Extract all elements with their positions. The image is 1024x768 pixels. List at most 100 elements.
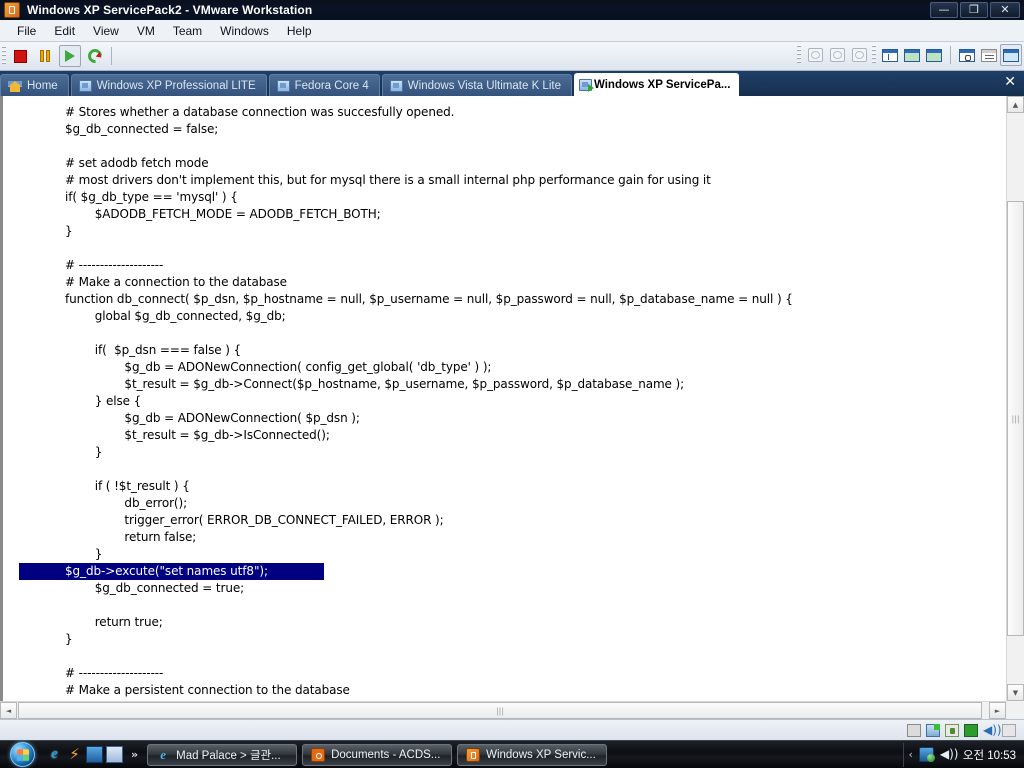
code-line: $t_result = $g_db->IsConnected(); — [65, 428, 330, 442]
harddisk-status-icon[interactable] — [926, 723, 940, 737]
close-button[interactable]: ✕ — [990, 2, 1020, 18]
volume-tray-icon[interactable]: ◀)) — [940, 747, 959, 762]
reset-icon — [85, 46, 105, 66]
menu-edit[interactable]: Edit — [45, 22, 84, 40]
fullscreen-button[interactable] — [923, 44, 945, 66]
menu-file[interactable]: File — [8, 22, 45, 40]
vm-tab-icon — [276, 79, 290, 92]
show-desktop-icon[interactable] — [86, 746, 103, 763]
network-tray-icon[interactable] — [918, 747, 935, 762]
manage-snapshots-button[interactable] — [848, 44, 870, 66]
wrench-window-icon — [959, 48, 975, 62]
tab-windows-xp-professional-lite[interactable]: Windows XP Professional LITE — [70, 74, 267, 96]
editor-vertical-scrollbar[interactable]: ▲ ||| ▼ — [1006, 96, 1024, 701]
flash-quicklaunch-icon[interactable]: ⚡ — [66, 746, 83, 763]
tab-label: Windows XP Professional LITE — [96, 79, 256, 92]
summary-card-icon — [981, 48, 997, 62]
code-line: function db_connect( $p_dsn, $p_hostname… — [65, 292, 793, 306]
code-editor[interactable]: # Stores whether a database connection w… — [0, 96, 1006, 701]
code-line: } — [65, 224, 73, 238]
scroll-up-button[interactable]: ▲ — [1007, 96, 1024, 113]
quick-switch-button[interactable] — [901, 44, 923, 66]
scroll-right-button[interactable]: ► — [989, 702, 1006, 719]
revert-snapshot-icon — [829, 48, 845, 62]
close-tab-button[interactable]: ✕ — [1004, 75, 1016, 89]
taskbar-item-label: Windows XP Servic... — [486, 748, 596, 761]
horizontal-scroll-thumb[interactable]: ||| — [18, 702, 982, 719]
tab-home[interactable]: Home — [0, 74, 69, 96]
scroll-left-button[interactable]: ◄ — [0, 702, 17, 719]
vm-guest-screen[interactable]: # Stores whether a database connection w… — [0, 96, 1024, 719]
tab-label: Windows Vista Ultimate K Lite — [407, 79, 561, 92]
switch-windows-icon[interactable] — [106, 746, 123, 763]
restore-button[interactable]: ❐ — [960, 2, 988, 18]
menu-vm[interactable]: VM — [128, 22, 164, 40]
windows-logo-icon — [9, 742, 35, 767]
tab-label: Windows XP ServicePa... — [593, 79, 731, 91]
sound-status-icon[interactable]: ◀)) — [983, 723, 1002, 737]
quick-launch-bar: e ⚡ » — [42, 746, 147, 763]
pause-icon — [40, 50, 50, 62]
vm-settings-button[interactable] — [956, 44, 978, 66]
toolbar-grip[interactable] — [2, 46, 6, 66]
host-taskbar: e ⚡ » e Mad Palace > 글관... Documents - A… — [0, 740, 1024, 768]
menu-windows[interactable]: Windows — [211, 22, 278, 40]
scroll-down-button[interactable]: ▼ — [1007, 684, 1024, 701]
code-line: $t_result = $g_db->Connect($p_hostname, … — [65, 377, 685, 391]
reset-button[interactable] — [84, 45, 106, 67]
toolbar-grip-3[interactable] — [872, 45, 876, 65]
taskbar-items: e Mad Palace > 글관... Documents - ACDS...… — [147, 743, 903, 766]
code-line: # Make a persistent connection to the da… — [65, 683, 350, 697]
network-status-icon[interactable] — [964, 723, 978, 737]
tab-fedora-core-4[interactable]: Fedora Core 4 — [268, 74, 380, 96]
cdrom-status-icon[interactable] — [945, 723, 959, 737]
code-line: # most drivers don't implement this, but… — [65, 173, 711, 187]
menu-team[interactable]: Team — [164, 22, 211, 40]
vm-summary-button[interactable] — [978, 44, 1000, 66]
tab-label: Home — [27, 79, 58, 92]
vm-console-button[interactable] — [1000, 44, 1022, 66]
quick-launch-overflow-icon[interactable]: » — [126, 748, 143, 761]
code-line: if ( !$t_result ) { — [65, 479, 190, 493]
taskbar-item-documents-acdsee[interactable]: Documents - ACDS... — [302, 743, 453, 766]
suspend-button[interactable] — [34, 45, 56, 67]
start-button[interactable] — [2, 742, 42, 768]
vm-tab-icon-running — [578, 79, 594, 92]
taskbar-item-label: Mad Palace > 글관... — [176, 749, 281, 762]
menu-view[interactable]: View — [84, 22, 128, 40]
code-line: # -------------------- — [65, 258, 164, 272]
tab-windows-vista-ultimate-k-lite[interactable]: Windows Vista Ultimate K Lite — [381, 74, 572, 96]
floppy-status-icon[interactable] — [907, 723, 921, 737]
tray-expand-icon[interactable]: ‹ — [908, 748, 912, 761]
code-line: $ADODB_FETCH_MODE = ADODB_FETCH_BOTH; — [65, 207, 381, 221]
power-off-button[interactable] — [9, 45, 31, 67]
editor-horizontal-scrollbar[interactable]: ◄ ||| ► — [0, 701, 1006, 719]
revert-snapshot-button[interactable] — [826, 44, 848, 66]
code-line: # Make a connection to the database — [65, 275, 287, 289]
menu-help[interactable]: Help — [278, 22, 321, 40]
code-line: # -------------------- — [65, 666, 164, 680]
ie-quicklaunch-icon[interactable]: e — [46, 746, 63, 763]
minimize-button[interactable]: — — [930, 2, 958, 18]
usb-status-icon[interactable] — [1002, 723, 1016, 737]
snapshot-button[interactable] — [804, 44, 826, 66]
code-line: $g_db = ADONewConnection( $p_dsn ); — [65, 411, 360, 425]
vm-tab-icon — [389, 79, 403, 92]
power-on-button[interactable] — [59, 45, 81, 67]
show-sidebar-button[interactable] — [879, 44, 901, 66]
vertical-scroll-thumb[interactable]: ||| — [1007, 201, 1024, 636]
tab-windows-xp-servicepack2[interactable]: Windows XP ServicePa... — [573, 73, 740, 96]
toolbar-grip-2[interactable] — [797, 45, 801, 65]
screen-root: Windows XP ServicePack2 - VMware Worksta… — [0, 0, 1024, 768]
code-line: } — [65, 547, 103, 561]
taskbar-item-vmware[interactable]: Windows XP Servic... — [457, 743, 608, 766]
code-line: } — [65, 632, 73, 646]
window-title: Windows XP ServicePack2 - VMware Worksta… — [27, 3, 313, 17]
taskbar-item-mad-palace[interactable]: e Mad Palace > 글관... — [147, 743, 298, 766]
window-titlebar: Windows XP ServicePack2 - VMware Worksta… — [0, 0, 1024, 20]
code-line: trigger_error( ERROR_DB_CONNECT_FAILED, … — [65, 513, 444, 527]
taskbar-clock[interactable]: 오전 10:53 — [961, 747, 1016, 763]
